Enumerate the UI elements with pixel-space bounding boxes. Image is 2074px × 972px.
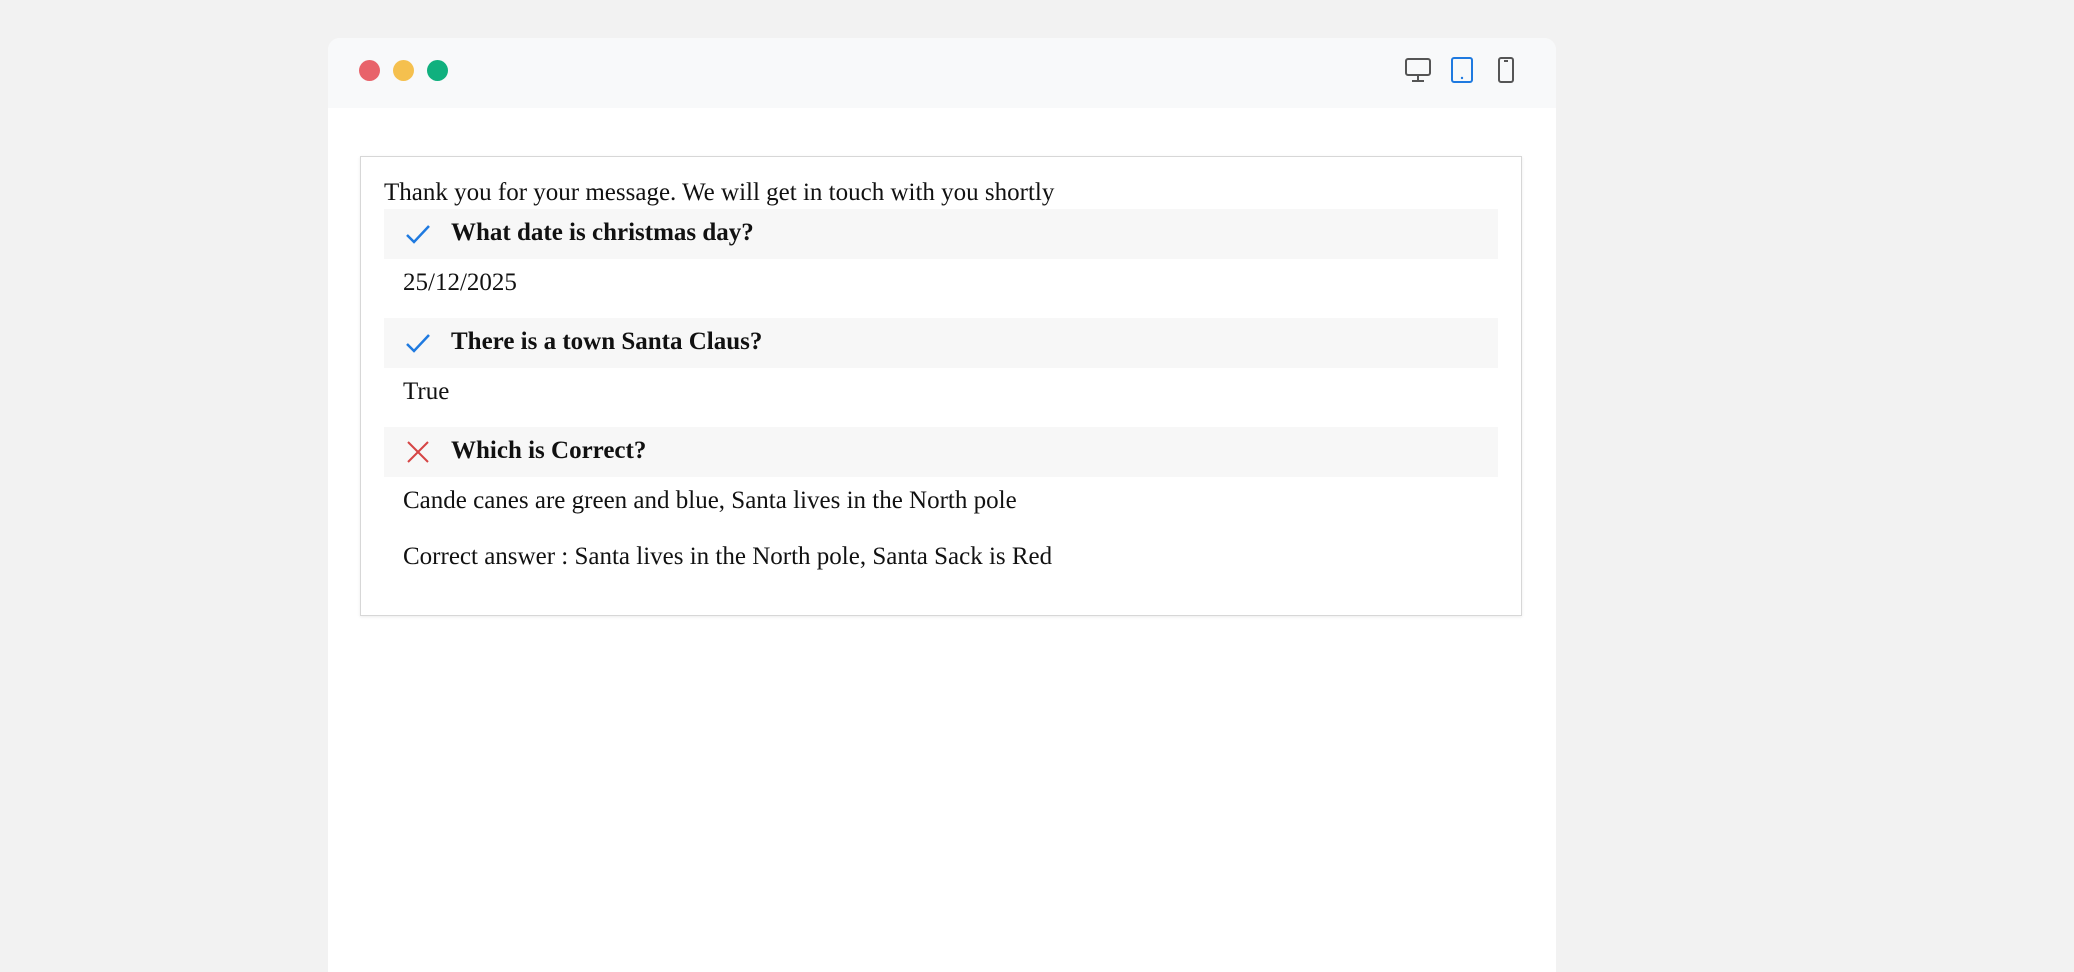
form-result-card: Thank you for your message. We will get … (360, 156, 1522, 616)
question-answer: 25/12/2025 (403, 269, 517, 296)
maximize-window-button[interactable] (427, 60, 448, 81)
question-title: What date is christmas day? (451, 219, 754, 246)
desktop-icon[interactable] (1404, 55, 1432, 85)
question-title: Which is Correct? (451, 437, 647, 464)
question-header: There is a town Santa Claus? (384, 318, 1498, 368)
question-header: What date is christmas day? (384, 209, 1498, 259)
mobile-icon[interactable] (1492, 55, 1520, 85)
question-title: There is a town Santa Claus? (451, 328, 763, 355)
close-window-button[interactable] (359, 60, 380, 81)
minimize-window-button[interactable] (393, 60, 414, 81)
cross-icon (404, 438, 432, 466)
question-answer: Cande canes are green and blue, Santa li… (403, 487, 1017, 514)
confirmation-message: Thank you for your message. We will get … (384, 179, 1055, 206)
check-icon (404, 220, 432, 248)
question-header: Which is Correct? (384, 427, 1498, 477)
device-switcher (1404, 55, 1520, 85)
preview-window: Thank you for your message. We will get … (328, 38, 1556, 972)
window-titlebar (328, 38, 1556, 108)
correct-answer: Correct answer : Santa lives in the Nort… (403, 543, 1053, 570)
question-answer: True (403, 378, 450, 405)
tablet-icon[interactable] (1448, 55, 1476, 85)
check-icon (404, 329, 432, 357)
